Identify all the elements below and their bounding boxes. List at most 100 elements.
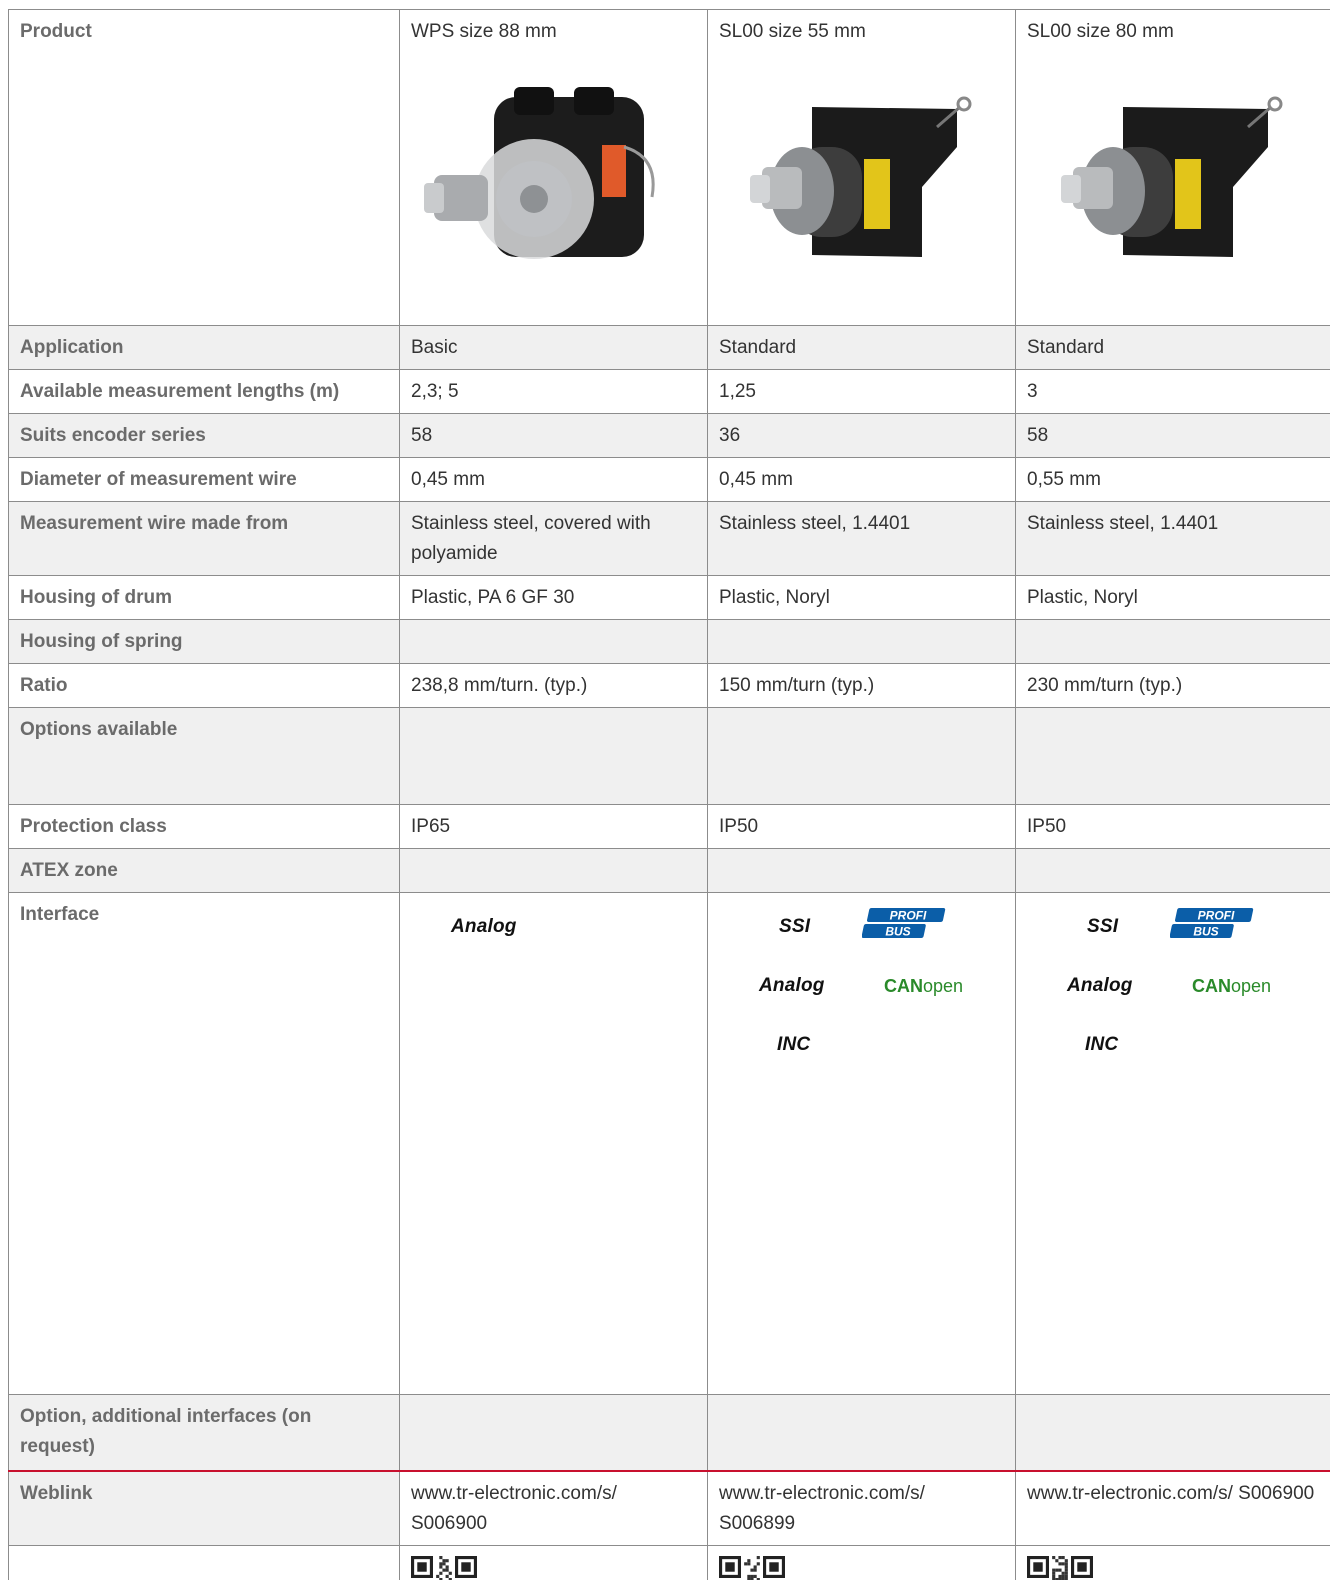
qr-cell-2 — [707, 1544, 1016, 1580]
analog-logo: Analog — [451, 916, 517, 937]
product-cell-3: SL00 size 80 mm — [1015, 9, 1330, 326]
qr-code-image[interactable] — [411, 1555, 477, 1580]
label-interface: Interface — [8, 892, 400, 1395]
row-options: Options available — [8, 707, 1330, 805]
product-cell-2: SL00 size 55 mm — [707, 9, 1016, 326]
qr-code-image[interactable] — [719, 1555, 785, 1580]
profibus-logo: PROFI BUS — [862, 908, 946, 939]
analog-logo: Analog — [1067, 975, 1133, 996]
row-encoder: Suits encoder series 58 36 58 — [8, 413, 1330, 458]
weblink-link[interactable]: www.tr-electronic.com/s/ S006899 — [707, 1469, 1016, 1546]
protection-value: IP65 — [399, 804, 708, 849]
label-encoder: Suits encoder series — [8, 413, 400, 458]
profibus-logo-bottom-text: BUS — [885, 925, 910, 939]
row-spring: Housing of spring — [8, 619, 1330, 664]
row-option-interfaces: Option, additional interfaces (on reques… — [8, 1394, 1330, 1471]
diameter-value: 0,45 mm — [707, 457, 1016, 502]
weblink-link[interactable]: www.tr-electronic.com/s/ S006900 — [1015, 1469, 1330, 1546]
options-value — [707, 707, 1016, 805]
ssi-logo: SSI — [779, 916, 811, 937]
canopen-logo: CANopen — [1192, 971, 1271, 1001]
canopen-logo-bold: CAN — [884, 976, 923, 996]
diameter-value: 0,55 mm — [1015, 457, 1330, 502]
ratio-value: 150 mm/turn (typ.) — [707, 663, 1016, 708]
label-atex: ATEX zone — [8, 848, 400, 893]
material-value: Stainless steel, covered with polyamide — [399, 501, 708, 576]
encoder-value: 58 — [399, 413, 708, 458]
drum-value: Plastic, Noryl — [1015, 575, 1330, 620]
atex-value — [707, 848, 1016, 893]
application-value: Standard — [1015, 325, 1330, 370]
sl00-80-product-image — [1061, 96, 1283, 257]
row-product: Product WPS size 88 mm SL00 size 55 mm S… — [8, 9, 1330, 326]
atex-value — [1015, 848, 1330, 893]
label-spring: Housing of spring — [8, 619, 400, 664]
atex-value — [399, 848, 708, 893]
drum-value: Plastic, Noryl — [707, 575, 1016, 620]
label-protection: Protection class — [8, 804, 400, 849]
row-atex: ATEX zone — [8, 848, 1330, 893]
protection-value: IP50 — [707, 804, 1016, 849]
row-weblink: Weblink www.tr-electronic.com/s/ S006900… — [8, 1469, 1330, 1546]
material-value: Stainless steel, 1.4401 — [707, 501, 1016, 576]
canopen-logo: CANopen — [884, 971, 963, 1001]
row-protection: Protection class IP65 IP50 IP50 — [8, 804, 1330, 849]
spring-value — [1015, 619, 1330, 664]
label-product: Product — [8, 9, 400, 326]
row-application: Application Basic Standard Standard — [8, 325, 1330, 370]
application-value: Standard — [707, 325, 1016, 370]
label-material: Measurement wire made from — [8, 501, 400, 576]
option-interfaces-value — [399, 1394, 708, 1471]
product-name: SL00 size 80 mm — [1027, 21, 1174, 42]
encoder-value: 36 — [707, 413, 1016, 458]
ssi-logo: SSI — [1087, 916, 1119, 937]
protection-value: IP50 — [1015, 804, 1330, 849]
label-qr: QR-Code — [8, 1544, 400, 1580]
label-options: Options available — [8, 707, 400, 805]
material-value: Stainless steel, 1.4401 — [1015, 501, 1330, 576]
canopen-logo-bold: CAN — [1192, 976, 1231, 996]
interface-cell-2: SSI PROFI BUS Analog CANopen INC — [707, 892, 1016, 1395]
row-interface: Interface Analog SSI PROFI BUS Analog CA… — [8, 892, 1330, 1395]
ratio-value: 230 mm/turn (typ.) — [1015, 663, 1330, 708]
ratio-value: 238,8 mm/turn. (typ.) — [399, 663, 708, 708]
label-weblink: Weblink — [8, 1469, 400, 1546]
row-ratio: Ratio 238,8 mm/turn. (typ.) 150 mm/turn … — [8, 663, 1330, 708]
sl00-55-product-image — [749, 96, 971, 257]
drum-value: Plastic, PA 6 GF 30 — [399, 575, 708, 620]
weblink-link[interactable]: www.tr-electronic.com/s/ S006900 — [399, 1469, 708, 1546]
interface-cell-3: SSI PROFI BUS Analog CANopen INC — [1015, 892, 1330, 1395]
lengths-value: 3 — [1015, 369, 1330, 414]
label-drum: Housing of drum — [8, 575, 400, 620]
profibus-logo-top-text: PROFI — [890, 909, 927, 923]
options-value — [1015, 707, 1330, 805]
row-lengths: Available measurement lengths (m) 2,3; 5… — [8, 369, 1330, 414]
spring-value — [707, 619, 1016, 664]
canopen-logo-light: open — [923, 976, 964, 996]
label-diameter: Diameter of measurement wire — [8, 457, 400, 502]
application-value: Basic — [399, 325, 708, 370]
label-lengths: Available measurement lengths (m) — [8, 369, 400, 414]
qr-code-image[interactable] — [1027, 1555, 1093, 1580]
row-material: Measurement wire made from Stainless ste… — [8, 501, 1330, 576]
wps-88-product-image — [423, 87, 655, 259]
lengths-value: 1,25 — [707, 369, 1016, 414]
label-option-interfaces: Option, additional interfaces (on reques… — [8, 1394, 400, 1471]
option-interfaces-value — [707, 1394, 1016, 1471]
profibus-logo: PROFI BUS — [1170, 908, 1254, 939]
row-diameter: Diameter of measurement wire 0,45 mm 0,4… — [8, 457, 1330, 502]
interface-cell-1: Analog — [399, 892, 708, 1395]
inc-logo: INC — [1085, 1034, 1119, 1055]
diameter-value: 0,45 mm — [399, 457, 708, 502]
lengths-value: 2,3; 5 — [399, 369, 708, 414]
profibus-logo-bottom-text: BUS — [1193, 925, 1218, 939]
inc-logo: INC — [777, 1034, 811, 1055]
qr-cell-3 — [1015, 1544, 1330, 1580]
qr-cell-1 — [399, 1544, 708, 1580]
profibus-logo-top-text: PROFI — [1198, 909, 1235, 923]
option-interfaces-value — [1015, 1394, 1330, 1471]
product-cell-1: WPS size 88 mm — [399, 9, 708, 326]
options-value — [399, 707, 708, 805]
row-qr: QR-Code — [8, 1544, 1330, 1580]
spring-value — [399, 619, 708, 664]
